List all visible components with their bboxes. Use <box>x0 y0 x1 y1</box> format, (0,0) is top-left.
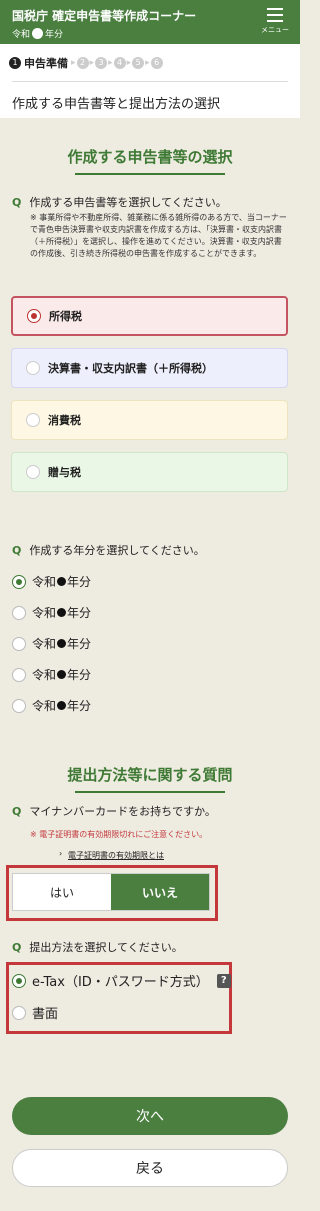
radio-icon <box>26 413 40 427</box>
page-title: 作成する申告書等と提出方法の選択 <box>12 97 221 112</box>
question-form-type: Q 作成する申告書等を選択してください。 <box>12 194 227 210</box>
year-prefix: 令和 <box>32 606 57 620</box>
method-label: 書面 <box>32 1007 59 1022</box>
year-option-3[interactable]: 令和 年分 <box>12 635 91 652</box>
year-prefix: 令和 <box>32 699 57 713</box>
step-2-badge: 2 <box>76 57 89 69</box>
chevron-right-icon: › <box>59 849 63 858</box>
app-header: 国税庁 確定申告書等作成コーナー 令和 年分 メニュー <box>0 0 300 44</box>
masked-year-dot <box>57 577 67 586</box>
method-paper[interactable]: 書面 <box>12 1003 58 1022</box>
option-consumption-tax[interactable]: 消費税 <box>11 400 288 440</box>
step-indicator: 1 申告準備 ▸ 2 ▸ 3 ▸ 4 ▸ 5 ▸ 6 <box>9 55 163 71</box>
era-year: 令和 年分 <box>12 27 63 40</box>
radio-icon <box>12 1005 26 1020</box>
option-label: 消費税 <box>48 414 81 427</box>
radio-icon <box>26 361 40 375</box>
section-title-form-select: 作成する申告書等の選択 <box>0 146 300 175</box>
masked-year-dot <box>57 608 67 617</box>
step-3-badge: 3 <box>95 57 108 69</box>
option-settlement[interactable]: 決算書・収支内訳書（＋所得税） <box>11 348 288 388</box>
arrow-icon: ▸ <box>108 58 113 68</box>
section-title-submission: 提出方法等に関する質問 <box>0 764 300 793</box>
option-income-tax[interactable]: 所得税 <box>11 296 288 336</box>
next-button[interactable]: 次へ <box>12 1097 288 1135</box>
radio-icon <box>12 667 26 682</box>
masked-year-dot <box>32 28 44 39</box>
back-button[interactable]: 戻る <box>12 1149 288 1187</box>
question-mynumber: Q マイナンバーカードをお持ちですか。 <box>12 803 216 819</box>
q-mark: Q <box>12 941 22 954</box>
question-year: Q 作成する年分を選択してください。 <box>12 542 205 558</box>
step-6-badge: 6 <box>150 57 163 69</box>
form-note: ※ 事業所得や不動産所得、雑業務に係る雑所得のある方で、当コーナーで青色申告決算… <box>30 213 287 258</box>
menu-button[interactable]: メニュー <box>258 6 292 38</box>
year-option-2[interactable]: 令和 年分 <box>12 604 91 621</box>
cert-expiry-link[interactable]: 電子証明書の有効期限とは <box>68 850 164 861</box>
year-prefix: 令和 <box>32 637 57 651</box>
era-prefix: 令和 <box>12 30 31 40</box>
radio-icon <box>12 636 26 651</box>
radio-icon <box>12 973 26 988</box>
arrow-icon: ▸ <box>145 58 150 68</box>
no-button[interactable]: いいえ <box>111 874 209 910</box>
yes-button[interactable]: はい <box>13 874 111 910</box>
question-text: 提出方法を選択してください。 <box>29 941 183 954</box>
step-1-badge: 1 <box>9 57 21 69</box>
year-option-4[interactable]: 令和 年分 <box>12 666 91 683</box>
radio-icon <box>26 465 40 479</box>
radio-icon <box>12 605 26 620</box>
year-option-1[interactable]: 令和 年分 <box>12 573 91 590</box>
year-suffix: 年分 <box>67 606 92 620</box>
method-label: e-Tax（ID・パスワード方式） <box>32 975 209 990</box>
question-text: 作成する申告書等を選択してください。 <box>29 196 227 209</box>
step-bar: 1 申告準備 ▸ 2 ▸ 3 ▸ 4 ▸ 5 ▸ 6 作成する申告書等と提出方法… <box>0 44 300 118</box>
question-text: マイナンバーカードをお持ちですか。 <box>29 805 216 818</box>
mynumber-toggle: はい いいえ <box>12 873 210 911</box>
radio-icon <box>12 574 26 589</box>
year-option-5[interactable]: 令和 年分 <box>12 697 91 714</box>
masked-year-dot <box>57 701 67 710</box>
option-label: 決算書・収支内訳書（＋所得税） <box>48 362 213 375</box>
year-prefix: 令和 <box>32 575 57 589</box>
option-gift-tax[interactable]: 贈与税 <box>11 452 288 492</box>
question-method: Q 提出方法を選択してください。 <box>12 939 183 955</box>
option-label: 贈与税 <box>48 466 81 479</box>
era-suffix: 年分 <box>45 30 64 40</box>
step-5-badge: 5 <box>132 57 145 69</box>
year-suffix: 年分 <box>67 637 92 651</box>
option-label: 所得税 <box>49 310 82 323</box>
masked-year-dot <box>57 670 67 679</box>
divider <box>12 81 288 82</box>
radio-icon <box>27 309 41 323</box>
arrow-icon: ▸ <box>126 58 132 68</box>
year-prefix: 令和 <box>32 668 57 682</box>
help-icon[interactable]: ? <box>216 973 231 988</box>
step-4-badge: 4 <box>113 57 126 69</box>
menu-label: メニュー <box>261 26 289 34</box>
radio-icon <box>12 698 26 713</box>
year-suffix: 年分 <box>67 575 92 589</box>
q-mark: Q <box>12 196 22 209</box>
q-mark: Q <box>12 544 22 557</box>
arrow-icon: ▸ <box>71 58 76 68</box>
hamburger-icon <box>267 8 283 22</box>
method-etax[interactable]: e-Tax（ID・パスワード方式） ? <box>12 971 231 990</box>
year-suffix: 年分 <box>67 699 92 713</box>
step-current-label: 申告準備 <box>24 57 68 70</box>
masked-year-dot <box>57 639 67 648</box>
question-text: 作成する年分を選択してください。 <box>29 544 205 557</box>
year-suffix: 年分 <box>67 668 92 682</box>
q-mark: Q <box>12 805 22 818</box>
arrow-icon: ▸ <box>89 58 95 68</box>
cert-expiry-warning: ※ 電子証明書の有効期限切れにご注意ください。 <box>30 830 208 839</box>
app-title: 国税庁 確定申告書等作成コーナー <box>12 9 197 23</box>
